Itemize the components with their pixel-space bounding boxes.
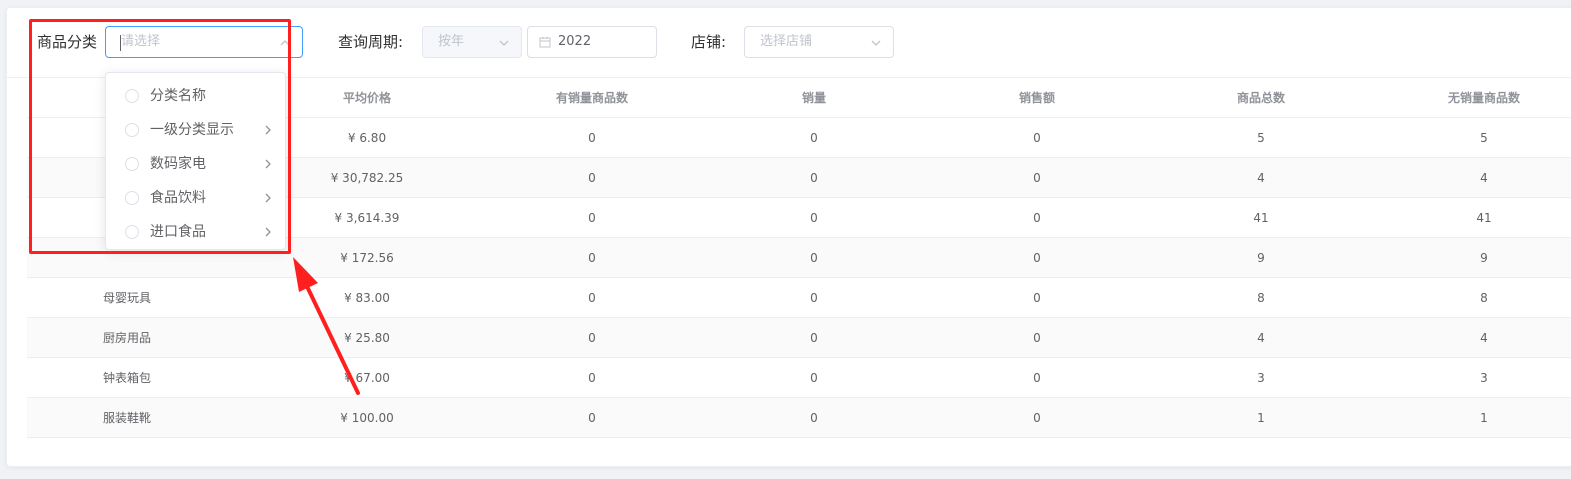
table-cell-sales: 0 [810, 211, 818, 225]
table-cell-revenue: 0 [1033, 251, 1041, 265]
column-header: 销售额 [1018, 91, 1055, 105]
radio-circle-icon[interactable] [125, 225, 139, 239]
year-picker[interactable]: 2022 [527, 26, 657, 58]
chevron-down-icon [499, 40, 509, 46]
column-header: 销量 [801, 91, 826, 105]
table-cell-revenue: 0 [1033, 411, 1041, 425]
table-cell-sales: 0 [810, 331, 818, 345]
period-label: 查询周期: [338, 33, 404, 51]
calendar-icon [539, 37, 551, 48]
table-cell-sales: 0 [810, 131, 818, 145]
table-cell-total: 41 [1253, 211, 1269, 225]
table-row: 服装鞋靴 ¥ 100.00 0 0 0 1 1 [27, 398, 1571, 438]
dropdown-option-label: 食品饮料 [150, 190, 206, 206]
table-cell-total: 4 [1257, 171, 1265, 185]
table-cell-revenue: 0 [1033, 131, 1041, 145]
table-cell-sold-items: 0 [588, 131, 596, 145]
dropdown-option-label: 分类名称 [150, 88, 206, 104]
dropdown-option[interactable]: 进口食品 [106, 215, 285, 249]
table-cell-total: 3 [1257, 371, 1265, 385]
radio-circle-icon[interactable] [125, 157, 139, 171]
table-cell-unsold: 3 [1480, 371, 1488, 385]
table-cell-revenue: 0 [1033, 291, 1041, 305]
dropdown-option[interactable]: 食品饮料 [106, 181, 285, 215]
table-row: 母婴玩具 ¥ 83.00 0 0 0 8 8 [27, 278, 1571, 318]
table-cell-sales: 0 [810, 171, 818, 185]
table-cell-sold-items: 0 [588, 331, 596, 345]
table-cell-unsold: 9 [1480, 251, 1488, 265]
table-cell-avg-price: ¥ 100.00 [340, 411, 394, 425]
table-cell-sales: 0 [810, 411, 818, 425]
dropdown-option[interactable]: 一级分类显示 [106, 113, 285, 147]
chevron-right-icon [265, 125, 271, 135]
table-row: 厨房用品 ¥ 25.80 0 0 0 4 4 [27, 318, 1571, 358]
period-type-value: 按年 [438, 34, 465, 49]
table-cell-sold-items: 0 [588, 211, 596, 225]
year-value: 2022 [558, 34, 592, 49]
table-cell-unsold: 41 [1476, 211, 1492, 225]
chevron-right-icon [265, 193, 271, 203]
table-cell-avg-price: ¥ 3,614.39 [334, 211, 400, 225]
table-cell-unsold: 5 [1480, 131, 1488, 145]
column-header: 有销量商品数 [555, 91, 628, 105]
dropdown-option[interactable]: 分类名称 [106, 79, 285, 113]
report-card: 商品分类 请选择 查询周期: 按年 2022 店铺: 选择店铺 平均价格 有销量… [6, 7, 1571, 467]
dropdown-option-label: 一级分类显示 [150, 122, 234, 138]
category-select[interactable]: 请选择 [105, 26, 303, 58]
table-cell-total: 4 [1257, 331, 1265, 345]
chevron-down-icon [871, 40, 881, 46]
table-cell-sold-items: 0 [588, 251, 596, 265]
table-cell-sales: 0 [810, 291, 818, 305]
radio-circle-icon[interactable] [125, 123, 139, 137]
table-cell-name: 厨房用品 [102, 331, 151, 345]
table-cell-sold-items: 0 [588, 291, 596, 305]
column-header: 无销量商品数 [1447, 91, 1520, 105]
radio-circle-icon[interactable] [125, 191, 139, 205]
dropdown-option[interactable]: 数码家电 [106, 147, 285, 181]
table-cell-sales: 0 [810, 371, 818, 385]
chevron-right-icon [265, 159, 271, 169]
table-cell-total: 5 [1257, 131, 1265, 145]
store-select[interactable]: 选择店铺 [744, 26, 894, 58]
table-cell-unsold: 4 [1480, 331, 1488, 345]
table-cell-avg-price: ¥ 6.80 [347, 131, 387, 145]
table-cell-name: 母婴玩具 [102, 291, 151, 305]
dropdown-option-label: 数码家电 [150, 156, 206, 172]
table-cell-unsold: 8 [1480, 291, 1488, 305]
table-cell-unsold: 4 [1480, 171, 1488, 185]
radio-circle-icon[interactable] [125, 89, 139, 103]
table-cell-avg-price: ¥ 67.00 [344, 371, 390, 385]
table-cell-total: 9 [1257, 251, 1265, 265]
table-cell-sold-items: 0 [588, 171, 596, 185]
table-cell-revenue: 0 [1033, 331, 1041, 345]
table-cell-revenue: 0 [1033, 211, 1041, 225]
table-cell-revenue: 0 [1033, 371, 1041, 385]
category-placeholder: 请选择 [121, 34, 161, 49]
table-cell-avg-price: ¥ 30,782.25 [330, 171, 404, 185]
table-cell-avg-price: ¥ 83.00 [344, 291, 390, 305]
dropdown-option-label: 进口食品 [150, 224, 206, 240]
period-type-select[interactable]: 按年 [422, 26, 522, 58]
table-cell-sold-items: 0 [588, 371, 596, 385]
table-cell-sold-items: 0 [588, 411, 596, 425]
table-cell-revenue: 0 [1033, 171, 1041, 185]
table-cell-unsold: 1 [1480, 411, 1488, 425]
table-cell-name: 服装鞋靴 [102, 411, 151, 425]
category-label: 商品分类 [37, 33, 98, 51]
chevron-right-icon [265, 227, 271, 237]
table-cell-sales: 0 [810, 251, 818, 265]
table-cell-total: 8 [1257, 291, 1265, 305]
store-placeholder: 选择店铺 [760, 34, 813, 49]
column-header: 商品总数 [1236, 91, 1285, 105]
chevron-up-icon [280, 40, 290, 46]
table-cell-name: 钟表箱包 [102, 371, 151, 385]
table-row: 钟表箱包 ¥ 67.00 0 0 0 3 3 [27, 358, 1571, 398]
table-cell-avg-price: ¥ 172.56 [340, 251, 394, 265]
table-cell-avg-price: ¥ 25.80 [344, 331, 390, 345]
column-header: 平均价格 [342, 91, 391, 105]
store-label: 店铺: [691, 33, 727, 51]
category-dropdown-panel: 分类名称一级分类显示 数码家电食品饮料进口食品 [105, 72, 286, 250]
table-cell-total: 1 [1257, 411, 1265, 425]
